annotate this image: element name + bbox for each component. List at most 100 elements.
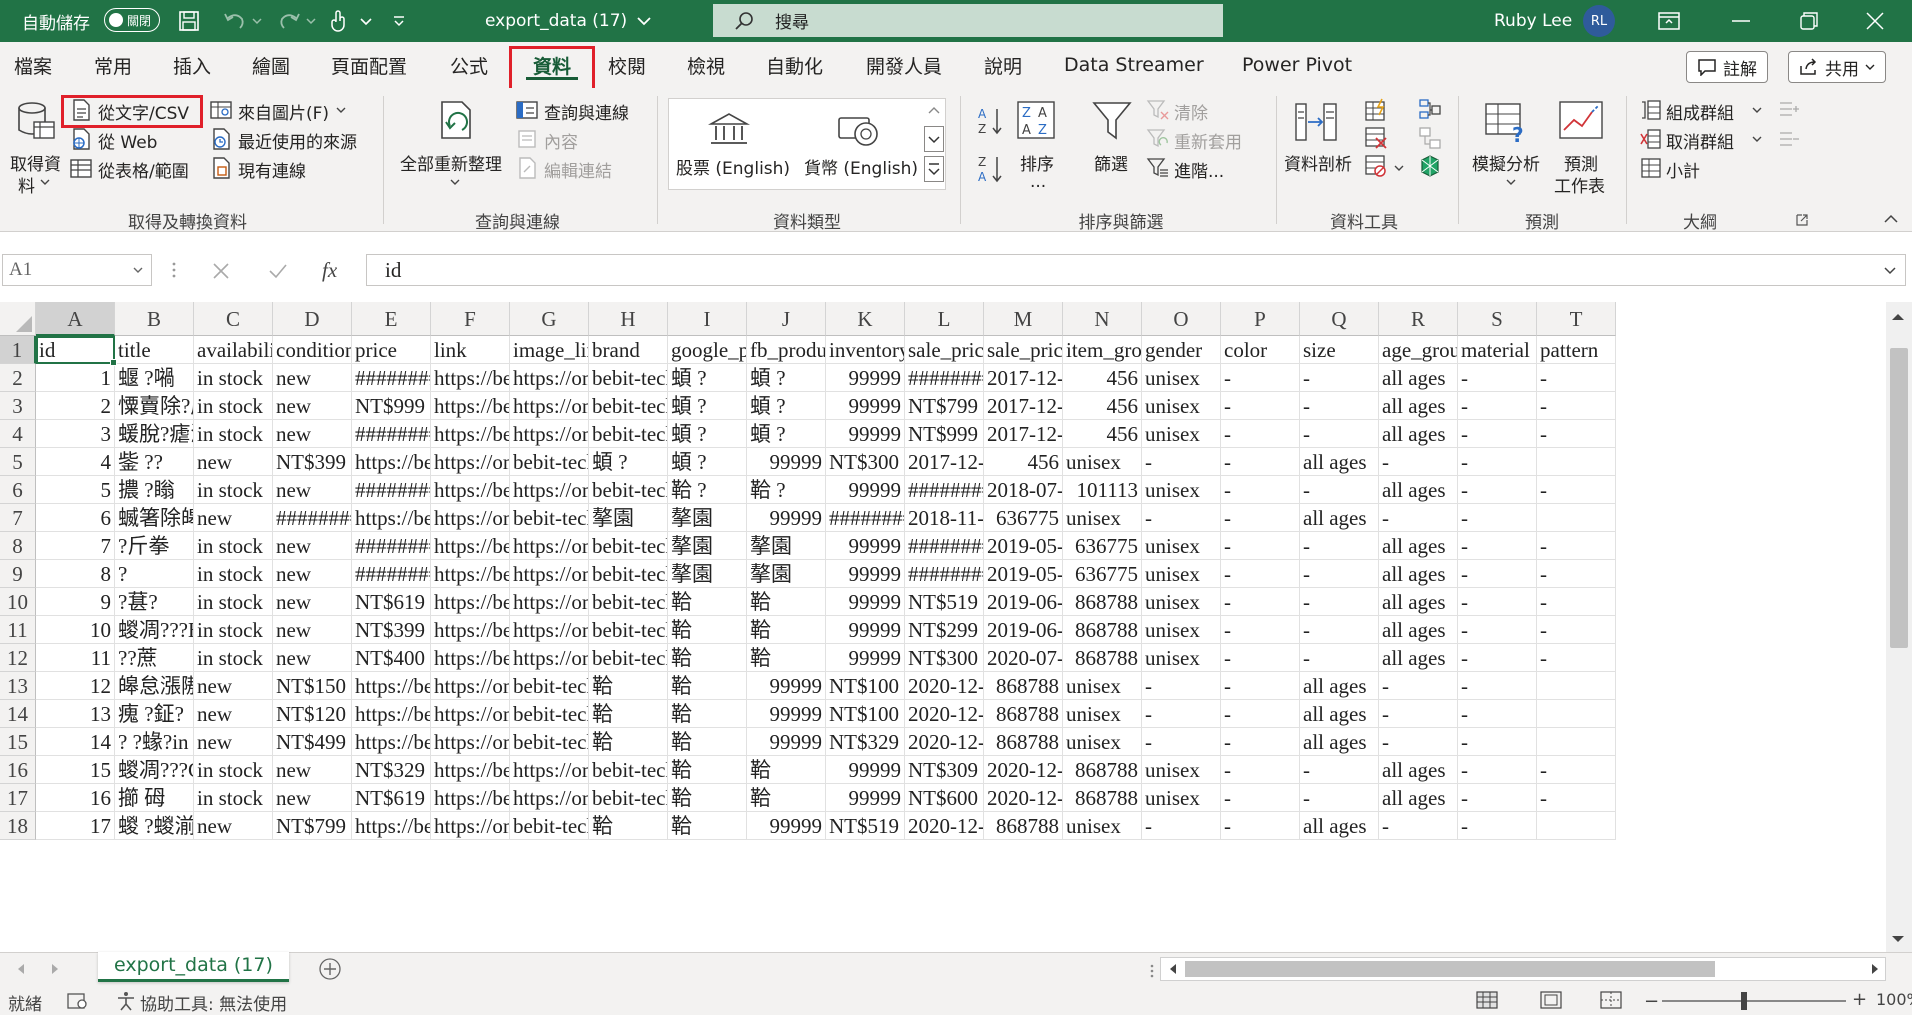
header-cell[interactable]: inventory (826, 336, 905, 364)
table-cell[interactable]: https://om (510, 756, 589, 784)
cancel-icon[interactable] (212, 262, 230, 280)
sort-az-icon[interactable]: AZ (976, 106, 1004, 136)
select-all-button[interactable] (0, 302, 36, 336)
subtotal-label[interactable]: 小計 (1666, 157, 1700, 182)
table-cell[interactable]: ######## (352, 420, 431, 448)
table-cell[interactable]: NT$100 (826, 672, 905, 700)
table-cell[interactable]: 99999 (826, 644, 905, 672)
table-cell[interactable]: all ages (1379, 392, 1458, 420)
row-header[interactable]: 12 (0, 644, 36, 672)
tab-insert[interactable]: 插入 (173, 42, 211, 88)
show-detail-icon[interactable] (1778, 100, 1802, 118)
row-header[interactable]: 16 (0, 756, 36, 784)
page-layout-view-icon[interactable] (1540, 991, 1562, 1009)
table-cell[interactable]: new (194, 700, 273, 728)
table-cell[interactable]: - (1379, 700, 1458, 728)
table-cell[interactable]: unisex (1142, 420, 1221, 448)
table-cell[interactable]: - (1221, 784, 1300, 812)
table-cell[interactable]: 2020-12-0 (905, 672, 984, 700)
table-cell[interactable]: 7 (36, 532, 115, 560)
undo-icon[interactable] (222, 0, 248, 42)
table-cell[interactable]: bebit-tech (589, 392, 668, 420)
worksheet-grid[interactable]: ABCDEFGHIJKLMNOPQRST 1idtitleavailability… (0, 302, 1886, 952)
next-sheet-icon[interactable] (50, 963, 60, 975)
table-cell[interactable]: NT$329 (352, 756, 431, 784)
zoom-slider[interactable] (1662, 1000, 1846, 1002)
table-cell[interactable]: NT$519 (905, 588, 984, 616)
row-header[interactable]: 10 (0, 588, 36, 616)
table-cell[interactable]: bebit-tech (589, 476, 668, 504)
hide-detail-icon[interactable] (1778, 130, 1802, 148)
table-cell[interactable]: 2017-12-1 (984, 364, 1063, 392)
table-cell[interactable]: unisex (1142, 616, 1221, 644)
gallery-expand[interactable] (924, 156, 944, 182)
table-cell[interactable]: 99999 (826, 392, 905, 420)
table-cell[interactable]: - (1300, 588, 1379, 616)
table-cell[interactable]: 2020-12-0 (984, 784, 1063, 812)
tab-formulas[interactable]: 公式 (450, 42, 488, 88)
vertical-scrollbar[interactable] (1886, 302, 1912, 952)
table-cell[interactable]: https://beb (352, 448, 431, 476)
table-cell[interactable]: 14 (36, 728, 115, 756)
what-if-icon[interactable]: ? (1484, 102, 1530, 144)
tab-page-layout[interactable]: 頁面配置 (331, 42, 407, 88)
row-header[interactable]: 4 (0, 420, 36, 448)
queries-connections-label[interactable]: 查詢與連線 (544, 99, 629, 124)
table-cell[interactable]: https://om (431, 504, 510, 532)
table-cell[interactable]: bebit-tech (510, 812, 589, 840)
refresh-all-icon[interactable] (436, 100, 480, 146)
table-cell[interactable]: NT$329 (826, 728, 905, 756)
comments-button[interactable]: 註解 (1686, 51, 1768, 83)
table-cell[interactable]: 99999 (747, 700, 826, 728)
table-cell[interactable]: - (1458, 448, 1537, 476)
text-to-columns-icon[interactable] (1294, 100, 1338, 144)
table-cell[interactable]: - (1537, 784, 1616, 812)
table-cell[interactable]: bebit-tech (589, 532, 668, 560)
table-cell[interactable]: bebit-tech (589, 644, 668, 672)
table-cell[interactable]: 11 (36, 644, 115, 672)
table-cell[interactable]: 蝘 ?𡁜 (115, 364, 194, 392)
table-cell[interactable]: 5 (36, 476, 115, 504)
row-header[interactable]: 9 (0, 560, 36, 588)
restore-icon[interactable] (1800, 0, 1818, 42)
table-cell[interactable]: 摮園 (668, 532, 747, 560)
table-cell[interactable]: - (1221, 700, 1300, 728)
table-cell[interactable]: 99999 (747, 672, 826, 700)
table-cell[interactable]: 16 (36, 784, 115, 812)
table-cell[interactable]: 鞈 (747, 784, 826, 812)
row-header[interactable]: 1 (0, 336, 36, 364)
table-cell[interactable]: all ages (1379, 644, 1458, 672)
scroll-left-icon[interactable] (1167, 962, 1179, 976)
table-cell[interactable]: bebit-tech (589, 756, 668, 784)
table-cell[interactable]: new (273, 392, 352, 420)
table-cell[interactable]: bebit-tech (589, 560, 668, 588)
table-cell[interactable]: unisex (1142, 784, 1221, 812)
table-cell[interactable]: all ages (1379, 756, 1458, 784)
zoom-out-button[interactable]: − (1644, 991, 1659, 1012)
tab-view[interactable]: 檢視 (687, 42, 725, 88)
table-cell[interactable]: bebit-tech (589, 784, 668, 812)
table-cell[interactable]: - (1142, 812, 1221, 840)
table-cell[interactable] (1537, 504, 1616, 532)
table-cell[interactable]: 456 (1063, 420, 1142, 448)
ribbon-display-icon[interactable] (1658, 0, 1680, 42)
chevron-down-icon[interactable] (360, 0, 372, 42)
horizontal-scroll-thumb[interactable] (1185, 961, 1715, 977)
remove-duplicates-icon[interactable] (1364, 126, 1388, 150)
table-cell[interactable]: new (273, 532, 352, 560)
table-cell[interactable]: 鞈 (747, 756, 826, 784)
share-button[interactable]: 共用 (1788, 51, 1886, 83)
table-cell[interactable]: all ages (1379, 420, 1458, 448)
column-header-j[interactable]: J (747, 302, 826, 336)
table-cell[interactable] (1537, 672, 1616, 700)
table-cell[interactable]: - (1379, 812, 1458, 840)
prev-sheet-icon[interactable] (16, 963, 26, 975)
table-cell[interactable]: https://om (510, 420, 589, 448)
table-cell[interactable]: 瘣 ?鉦? (115, 700, 194, 728)
table-cell[interactable]: 2018-07-0 (984, 476, 1063, 504)
table-cell[interactable]: ######## (905, 560, 984, 588)
scroll-thumb[interactable] (1890, 348, 1908, 648)
table-cell[interactable]: https://beb (431, 616, 510, 644)
row-header[interactable]: 8 (0, 532, 36, 560)
what-if-label[interactable]: 模擬分析 (1472, 150, 1540, 175)
